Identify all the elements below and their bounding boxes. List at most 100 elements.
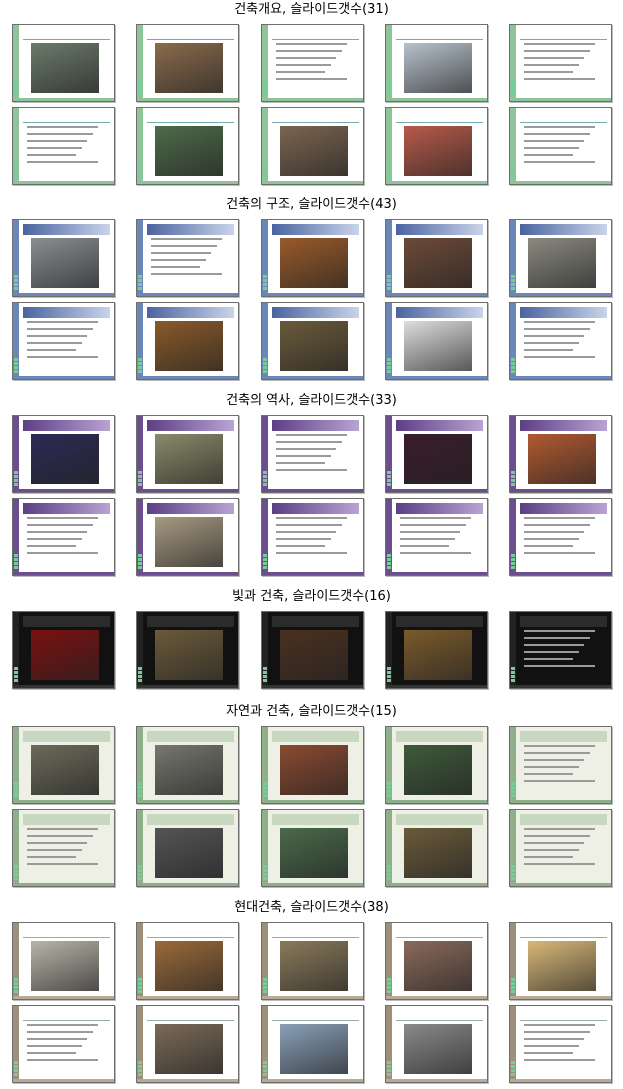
slide-thumbnail[interactable]	[136, 415, 239, 493]
slide-thumbnail[interactable]	[385, 1005, 488, 1083]
slide-thumbnail[interactable]	[12, 107, 115, 185]
slide-text-lines	[276, 434, 355, 476]
slide-thumbnail[interactable]	[12, 302, 115, 380]
slide-thumbnail[interactable]	[385, 415, 488, 493]
slide-thumbnail[interactable]	[261, 219, 364, 297]
slide-thumbnail[interactable]	[261, 415, 364, 493]
slide-thumbnail[interactable]	[509, 24, 612, 102]
slide-thumbnail[interactable]	[12, 611, 115, 689]
slide-nav-markers	[387, 977, 391, 993]
slide-photo	[280, 321, 348, 371]
slide-header-bar	[396, 29, 483, 40]
slide-thumbnail[interactable]	[509, 219, 612, 297]
slide-thumbnail[interactable]	[136, 1005, 239, 1083]
slide-header-bar	[23, 814, 110, 825]
slide-thumbnail[interactable]	[509, 726, 612, 804]
slide-thumbnail[interactable]	[385, 922, 488, 1000]
slide-footer	[137, 98, 238, 101]
slide-thumbnail[interactable]	[136, 726, 239, 804]
slide-photo	[404, 321, 472, 371]
slide-thumbnail[interactable]	[509, 809, 612, 887]
slide-header-bar	[396, 224, 483, 235]
slide-thumbnail[interactable]	[136, 107, 239, 185]
slide-thumbnail[interactable]	[385, 24, 488, 102]
slide-header-bar	[147, 1010, 234, 1021]
slide-thumbnail[interactable]	[385, 611, 488, 689]
slide-footer	[510, 996, 611, 999]
slide-thumbnail[interactable]	[261, 24, 364, 102]
slide-photo	[155, 126, 223, 176]
slide-header-bar	[396, 503, 483, 514]
slide-photo	[31, 630, 99, 680]
slide-nav-markers	[511, 553, 515, 569]
slide-thumbnail[interactable]	[261, 922, 364, 1000]
slide-text-lines	[524, 630, 603, 672]
slide-footer	[386, 376, 487, 379]
slide-thumbnail[interactable]	[261, 1005, 364, 1083]
slide-thumbnail[interactable]	[509, 922, 612, 1000]
slide-header-bar	[147, 616, 234, 627]
slide-thumbnail[interactable]	[261, 302, 364, 380]
slide-thumbnail[interactable]	[385, 302, 488, 380]
slide-nav-markers	[511, 781, 515, 797]
slide-header-bar	[520, 112, 607, 123]
slide-thumbnail[interactable]	[509, 1005, 612, 1083]
slide-thumbnail[interactable]	[385, 809, 488, 887]
slide-footer	[510, 883, 611, 886]
slide-footer	[386, 293, 487, 296]
slide-thumbnail[interactable]	[12, 498, 115, 576]
slide-thumbnail[interactable]	[12, 922, 115, 1000]
slide-thumbnail[interactable]	[261, 498, 364, 576]
slide-photo	[31, 43, 99, 93]
slide-thumbnail[interactable]	[12, 726, 115, 804]
slide-thumbnail[interactable]	[261, 107, 364, 185]
slide-thumbnail[interactable]	[509, 415, 612, 493]
slide-footer	[386, 181, 487, 184]
slide-header-bar	[147, 420, 234, 431]
slide-thumbnail[interactable]	[509, 302, 612, 380]
slide-header-bar	[520, 814, 607, 825]
slide-thumbnail[interactable]	[12, 1005, 115, 1083]
slide-nav-markers	[387, 864, 391, 880]
slide-thumbnail[interactable]	[385, 726, 488, 804]
slide-footer	[386, 489, 487, 492]
slide-thumbnail[interactable]	[12, 24, 115, 102]
slide-text-lines	[27, 828, 106, 870]
slide-thumbnail[interactable]	[261, 611, 364, 689]
slide-footer	[13, 98, 114, 101]
slide-header-bar	[396, 814, 483, 825]
slide-text-lines	[151, 238, 230, 280]
slide-photo	[155, 1024, 223, 1074]
slide-thumbnail[interactable]	[136, 498, 239, 576]
slide-thumbnail[interactable]	[12, 219, 115, 297]
slide-thumbnail[interactable]	[261, 809, 364, 887]
slide-thumbnail[interactable]	[509, 498, 612, 576]
slide-thumbnail[interactable]	[509, 611, 612, 689]
slide-photo	[404, 1024, 472, 1074]
slide-footer	[13, 996, 114, 999]
slide-thumbnail[interactable]	[509, 107, 612, 185]
slide-thumbnail[interactable]	[136, 219, 239, 297]
slide-thumbnail[interactable]	[136, 24, 239, 102]
slide-nav-markers	[263, 79, 267, 95]
slide-thumbnail[interactable]	[136, 611, 239, 689]
slide-thumbnail[interactable]	[385, 498, 488, 576]
slide-header-bar	[147, 503, 234, 514]
slide-header-bar	[147, 731, 234, 742]
section-title: 자연과 건축, 슬라이드갯수(15)	[226, 704, 397, 719]
slide-nav-markers	[511, 1060, 515, 1076]
slide-thumbnail[interactable]	[385, 219, 488, 297]
slide-thumbnail[interactable]	[12, 415, 115, 493]
slide-thumbnail[interactable]	[12, 809, 115, 887]
slide-nav-markers	[138, 470, 142, 486]
slide-photo	[155, 941, 223, 991]
slide-thumbnail[interactable]	[385, 107, 488, 185]
slide-nav-markers	[263, 357, 267, 373]
slide-header-bar	[147, 927, 234, 938]
slide-thumbnail[interactable]	[261, 726, 364, 804]
slide-thumbnail[interactable]	[136, 302, 239, 380]
slide-thumbnail[interactable]	[136, 809, 239, 887]
slide-photo	[280, 828, 348, 878]
slide-thumbnail[interactable]	[136, 922, 239, 1000]
slide-nav-markers	[387, 553, 391, 569]
